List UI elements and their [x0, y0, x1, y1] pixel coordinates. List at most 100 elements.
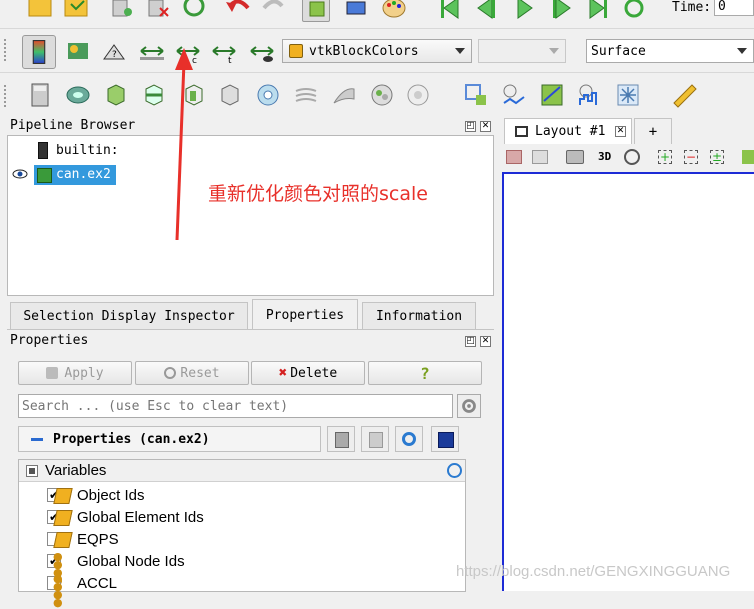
apply-button[interactable]: Apply [18, 361, 132, 385]
reset-range-icon[interactable]: ? [100, 37, 128, 65]
split-horizontal-icon[interactable] [506, 150, 522, 164]
help-button[interactable]: ? [368, 361, 482, 385]
close-panel-icon[interactable]: ✕ [480, 336, 491, 347]
select-points-on-icon[interactable]: − [684, 150, 698, 164]
advanced-settings-gear-icon[interactable] [457, 394, 481, 418]
slice-icon[interactable] [140, 81, 168, 109]
rescale-temporal-range-icon[interactable]: t [210, 37, 238, 65]
paste-parameters-icon[interactable] [361, 426, 389, 452]
extract-subset-icon[interactable] [216, 81, 244, 109]
annotation-text: 重新优化颜色对照的scale [208, 183, 428, 205]
split-vertical-icon[interactable] [532, 150, 548, 164]
time-value: 0 [718, 0, 726, 14]
rescale-visible-range-icon[interactable] [248, 37, 276, 65]
copy-parameters-icon[interactable] [327, 426, 355, 452]
zoom-to-box-icon[interactable] [624, 149, 640, 165]
grow-selection-icon[interactable] [742, 150, 754, 164]
edit-color-map-icon[interactable] [64, 37, 92, 65]
snowflake-icon[interactable] [614, 81, 642, 109]
save-defaults-icon[interactable] [431, 426, 459, 452]
main-toolbar-row-2: ? c t vtkBlockColors Surface [0, 28, 754, 73]
properties-section-header[interactable]: Properties (can.ex2) [18, 426, 321, 452]
delete-icon: ✖ [278, 365, 288, 381]
pipeline-item-label: builtin: [56, 143, 119, 158]
list-item[interactable]: ✔ Global Element Ids [25, 507, 471, 529]
select-all-checkbox[interactable] [26, 465, 38, 477]
toolbar-grip[interactable] [2, 39, 8, 63]
warp-icon[interactable] [330, 81, 358, 109]
toolbar-grip[interactable] [2, 85, 8, 109]
find-data-icon[interactable] [462, 81, 490, 109]
loop-icon[interactable] [620, 0, 648, 22]
list-item[interactable]: ✔ ● ●● ● Global Node Ids [25, 551, 471, 586]
time-input[interactable]: 0 [714, 0, 754, 16]
clip-icon[interactable] [102, 81, 130, 109]
tab-information[interactable]: Information [362, 302, 476, 329]
glyph-icon[interactable] [254, 81, 282, 109]
render-view[interactable] [502, 172, 754, 591]
palette-icon[interactable] [380, 0, 408, 22]
search-input[interactable] [18, 394, 453, 418]
variable-label: EQPS [77, 531, 119, 548]
select-icon[interactable] [342, 0, 370, 22]
close-panel-icon[interactable]: ✕ [480, 121, 491, 132]
undo-icon[interactable] [224, 0, 252, 20]
camera-icon[interactable] [566, 150, 584, 164]
reset-session-icon[interactable] [180, 0, 208, 20]
variables-header[interactable]: Variables [19, 460, 465, 482]
pipeline-item-builtin[interactable]: builtin: [34, 140, 154, 162]
play-icon[interactable] [510, 0, 538, 22]
last-frame-icon[interactable] [584, 0, 612, 22]
extract-level-icon[interactable] [404, 81, 432, 109]
group-datasets-icon[interactable] [368, 81, 396, 109]
toggle-color-legend-icon[interactable] [22, 35, 56, 69]
layout-tab[interactable]: Layout #1 ✕ [504, 118, 632, 144]
view-3d-toggle[interactable]: 3D [598, 150, 611, 163]
time-label: Time: [672, 0, 712, 15]
stream-tracer-icon[interactable] [292, 81, 320, 109]
reload-defaults-icon[interactable] [395, 426, 423, 452]
first-frame-icon[interactable] [436, 0, 464, 22]
contour-icon[interactable] [64, 81, 92, 109]
visibility-eye-icon[interactable] [12, 169, 28, 179]
rescale-data-range-icon[interactable] [138, 37, 166, 65]
select-cells-on-icon[interactable]: + [658, 150, 672, 164]
main-toolbar-row-1: Time: 0 [0, 0, 754, 28]
histogram-icon[interactable] [576, 81, 604, 109]
close-tab-icon[interactable]: ✕ [615, 126, 626, 137]
layout-tab-label: Layout #1 [535, 124, 606, 139]
interact-mode-icon[interactable] [302, 0, 330, 22]
variable-label: Global Element Ids [77, 509, 204, 526]
sort-indicator-icon[interactable] [447, 463, 462, 478]
component-select[interactable] [478, 39, 566, 63]
open-folder-icon[interactable] [26, 0, 54, 20]
pipeline-item-can-ex2[interactable]: can.ex2 [34, 165, 116, 185]
reset-button[interactable]: Reset [135, 361, 249, 385]
calculator-icon[interactable] [26, 81, 54, 109]
next-frame-icon[interactable] [548, 0, 576, 22]
chevron-down-icon [737, 48, 747, 54]
color-array-select[interactable]: vtkBlockColors [282, 39, 472, 63]
float-panel-icon[interactable]: ◰ [465, 121, 476, 132]
list-item[interactable]: EQPS [25, 529, 471, 551]
plot-selection-icon[interactable] [500, 81, 528, 109]
plot-over-line-icon[interactable] [538, 81, 566, 109]
list-item[interactable]: ● ● ● ● ACCL [25, 573, 471, 608]
tab-properties[interactable]: Properties [252, 299, 358, 330]
delete-button[interactable]: ✖ Delete [251, 361, 365, 385]
disconnect-icon[interactable] [144, 0, 172, 20]
cell-data-icon [53, 532, 73, 548]
add-layout-tab[interactable]: + [634, 118, 672, 144]
float-panel-icon[interactable]: ◰ [465, 336, 476, 347]
redo-icon[interactable] [260, 0, 288, 20]
select-cells-through-icon[interactable]: ± [710, 150, 724, 164]
ruler-icon[interactable] [670, 81, 698, 109]
list-item[interactable]: ✔ Object Ids [25, 485, 471, 507]
connect-icon[interactable] [108, 0, 136, 20]
representation-select[interactable]: Surface [586, 39, 754, 63]
pipeline-browser-title: Pipeline Browser [10, 118, 136, 133]
tab-selection-display-inspector[interactable]: Selection Display Inspector [10, 302, 248, 329]
previous-frame-icon[interactable] [472, 0, 500, 22]
properties-panel-title: Properties [10, 333, 89, 348]
save-state-icon[interactable] [62, 0, 90, 20]
